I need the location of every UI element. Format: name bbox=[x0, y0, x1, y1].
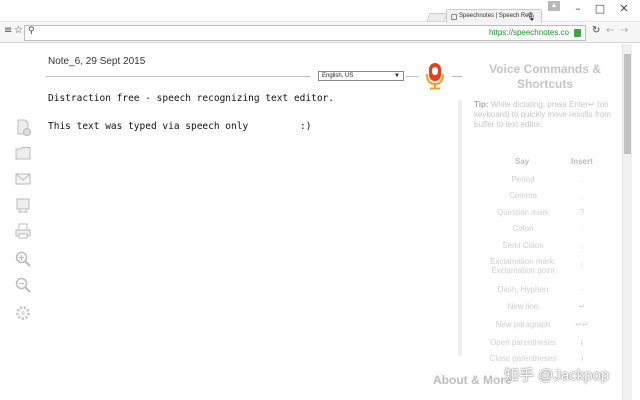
language-select[interactable]: English, US ▼ bbox=[318, 71, 404, 81]
folder-icon[interactable] bbox=[14, 144, 32, 162]
command-say: Comma bbox=[508, 191, 537, 200]
lock-icon bbox=[574, 29, 581, 37]
command-insert: ; bbox=[580, 241, 584, 250]
email-icon[interactable] bbox=[14, 170, 32, 188]
command-say: New paragraph bbox=[495, 320, 551, 329]
tab-speechnotes[interactable]: Speechnotes | Speech Rec 🎙 bbox=[446, 9, 542, 23]
zoom-in-icon[interactable] bbox=[14, 250, 32, 268]
command-say: Dash, Hyphen bbox=[497, 285, 549, 294]
command-say: New line bbox=[507, 302, 539, 311]
forward-icon[interactable]: → bbox=[620, 25, 628, 36]
title-bar: Speechnotes | Speech Rec 🎙 ▲ – □ ✕ bbox=[0, 0, 640, 23]
command-insert: ( bbox=[580, 338, 584, 347]
tip-label: Tip: bbox=[474, 100, 489, 109]
title-divider-far bbox=[452, 76, 462, 77]
menu-icon[interactable]: ≡ bbox=[4, 25, 12, 36]
title-divider bbox=[46, 76, 310, 77]
column-header-insert: Insert bbox=[571, 157, 593, 166]
profile-icon[interactable]: ▲ bbox=[548, 1, 560, 11]
command-say: Colon bbox=[512, 224, 534, 233]
tab-mic-icon: 🎙 bbox=[525, 12, 536, 21]
panel-divider bbox=[458, 100, 462, 356]
column-header-say: Say bbox=[515, 157, 530, 166]
editor-line: This text was typed via speech only bbox=[48, 121, 249, 132]
command-insert: ! bbox=[580, 262, 584, 271]
tip-body: While dictating, press Enter↵ (on keyboa… bbox=[474, 100, 611, 129]
command-say: Question mark bbox=[496, 208, 550, 217]
about-link[interactable]: About & More bbox=[433, 373, 512, 387]
new-note-icon[interactable] bbox=[14, 118, 32, 136]
command-say: Open parentheses bbox=[490, 338, 556, 347]
scrollbar-thumb[interactable] bbox=[624, 54, 631, 154]
language-select-value: English, US bbox=[322, 73, 354, 79]
title-divider-right bbox=[406, 76, 418, 77]
close-icon[interactable]: ✕ bbox=[612, 1, 636, 17]
settings-icon[interactable] bbox=[14, 304, 32, 322]
browser-toolbar: ≡ ☆ ⚲ https://speechnotes.co ↻ ← → bbox=[0, 23, 640, 43]
command-insert: , bbox=[580, 191, 584, 200]
print-icon[interactable] bbox=[14, 222, 32, 240]
command-insert: ↵ bbox=[578, 302, 586, 311]
scrollbar[interactable] bbox=[622, 44, 632, 400]
command-insert: ) bbox=[580, 354, 584, 363]
tab-title: Speechnotes | Speech Rec bbox=[459, 13, 532, 19]
command-insert: : bbox=[580, 224, 584, 233]
reload-icon[interactable]: ↻ bbox=[592, 25, 600, 36]
command-insert: ? bbox=[579, 208, 585, 217]
page-favicon-icon bbox=[451, 14, 457, 20]
command-say: Exclamation mark, Exclamation point bbox=[490, 257, 556, 275]
command-say: Close parentheses bbox=[489, 354, 557, 363]
command-insert: - bbox=[580, 285, 584, 294]
url-text: https://speechnotes.co bbox=[488, 28, 569, 37]
command-say: Semi Colon bbox=[502, 241, 544, 250]
browser-window: Speechnotes | Speech Rec 🎙 ▲ – □ ✕ ≡ ☆ ⚲… bbox=[0, 0, 640, 400]
zoom-out-icon[interactable] bbox=[14, 276, 32, 294]
tip-text: Tip: While dictating, press Enter↵ (on k… bbox=[474, 100, 614, 130]
maximize-icon[interactable]: □ bbox=[588, 1, 612, 17]
cloud-icon[interactable] bbox=[14, 196, 32, 214]
editor-line: Distraction free - speech recognizing te… bbox=[48, 93, 334, 104]
bookmark-star-icon[interactable]: ☆ bbox=[14, 25, 23, 36]
minimize-icon[interactable]: – bbox=[566, 1, 590, 17]
panel-title: Voice Commands & Shortcuts bbox=[489, 62, 601, 91]
search-icon: ⚲ bbox=[28, 26, 35, 36]
chevron-down-icon: ▼ bbox=[394, 73, 400, 79]
command-insert: ↵↵ bbox=[575, 320, 589, 329]
address-bar[interactable]: ⚲ https://speechnotes.co bbox=[24, 25, 586, 41]
note-title[interactable]: Note_6, 29 Sept 2015 bbox=[48, 56, 145, 67]
editor-smiley: :) bbox=[300, 121, 312, 132]
command-say: Period bbox=[511, 175, 535, 184]
microphone-icon[interactable] bbox=[424, 62, 446, 90]
back-icon[interactable]: ← bbox=[606, 25, 614, 36]
watermark-text: 知乎 @Jackpop bbox=[504, 367, 610, 384]
new-tab-button[interactable] bbox=[426, 13, 448, 22]
command-insert: . bbox=[580, 175, 584, 184]
